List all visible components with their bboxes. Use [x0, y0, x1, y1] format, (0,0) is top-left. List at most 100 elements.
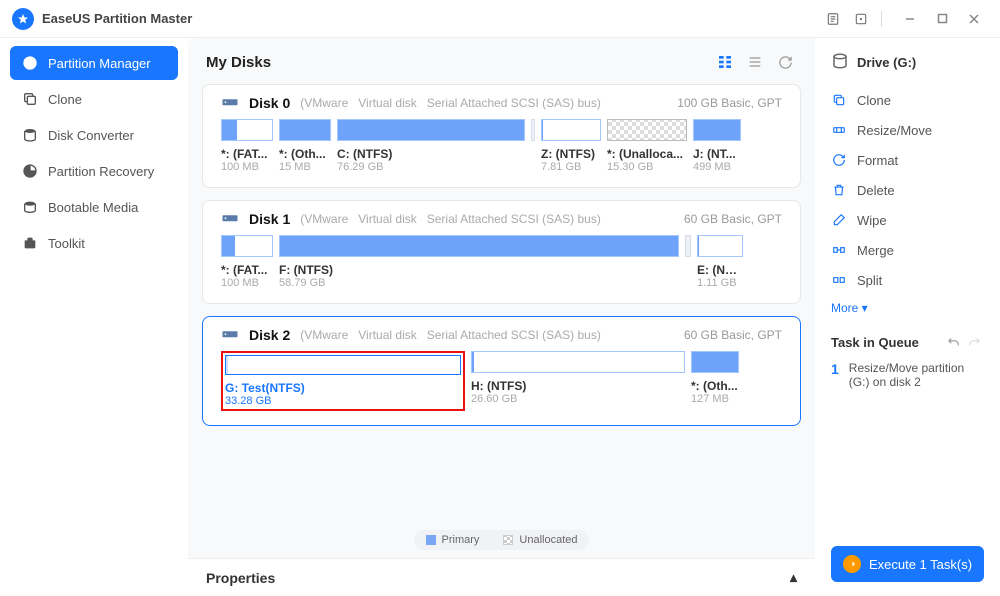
action-label: Split [857, 273, 882, 288]
drive-title: Drive (G:) [857, 55, 916, 70]
partition-bar [693, 119, 741, 141]
partition-label: *: (Oth... [279, 147, 331, 161]
partition[interactable]: *: (Oth...15 MB [279, 119, 331, 173]
action-label: Format [857, 153, 898, 168]
partition[interactable]: J: (NT...499 MB [693, 119, 741, 173]
disk-vendor: (VMware [300, 96, 348, 110]
redo-icon[interactable] [966, 333, 984, 351]
partition-bar [471, 351, 685, 373]
partition-bar [221, 119, 273, 141]
action-delete[interactable]: Delete [831, 175, 984, 205]
nav-disk-converter[interactable]: Disk Converter [10, 118, 178, 152]
action-merge[interactable]: Merge [831, 235, 984, 265]
pie-icon [22, 55, 38, 71]
nav-partition-recovery[interactable]: Partition Recovery [10, 154, 178, 188]
drive-icon [221, 328, 239, 342]
action-clone[interactable]: Clone [831, 85, 984, 115]
disk-bus: Serial Attached SCSI (SAS) bus) [427, 212, 601, 226]
partition-bar [685, 235, 691, 257]
main-panel: My Disks Disk 0 (VMware Virtual disk Ser… [188, 38, 815, 596]
partition[interactable]: *: (Unalloca...15.30 GB [607, 119, 687, 173]
partition-label: G: Test(NTFS) [225, 381, 461, 395]
disk-bus: Serial Attached SCSI (SAS) bus) [427, 96, 601, 110]
primary-swatch [426, 535, 436, 545]
view-list-icon[interactable] [743, 50, 767, 74]
maximize-button[interactable] [928, 5, 956, 33]
action-label: Clone [857, 93, 891, 108]
execute-button[interactable]: Execute 1 Task(s) [831, 546, 984, 582]
partition-bar [531, 119, 535, 141]
merge-icon [831, 242, 847, 258]
disk-vendor: (VMware [300, 328, 348, 342]
disk-card[interactable]: Disk 2 (VMware Virtual disk Serial Attac… [202, 316, 801, 426]
partition-bar [607, 119, 687, 141]
nav-clone[interactable]: Clone [10, 82, 178, 116]
disk-name: Disk 0 [249, 95, 290, 111]
refresh-icon [831, 152, 847, 168]
action-resizemove[interactable]: Resize/Move [831, 115, 984, 145]
disk-summary: 60 GB Basic, GPT [684, 212, 782, 226]
partition[interactable]: Z: (NTFS)7.81 GB [541, 119, 601, 173]
legend-primary: Primary [442, 534, 480, 546]
queue-title: Task in Queue [831, 335, 919, 350]
partition[interactable] [531, 119, 535, 173]
refresh-icon[interactable] [773, 50, 797, 74]
nav-label: Clone [48, 92, 82, 107]
partition-size: 1.11 GB [697, 277, 743, 289]
drive-icon [221, 96, 239, 110]
notes-icon[interactable] [819, 5, 847, 33]
partition-size: 127 MB [691, 393, 739, 405]
partition[interactable]: G: Test(NTFS)33.28 GB [221, 351, 465, 411]
split-icon [831, 272, 847, 288]
nav-toolkit[interactable]: Toolkit [10, 226, 178, 260]
close-button[interactable] [960, 5, 988, 33]
partition[interactable] [685, 235, 691, 289]
partition-bar [279, 235, 679, 257]
disk-card[interactable]: Disk 1 (VMware Virtual disk Serial Attac… [202, 200, 801, 304]
chevron-up-icon: ▴ [790, 569, 797, 586]
action-split[interactable]: Split [831, 265, 984, 295]
partition[interactable]: H: (NTFS)26.60 GB [471, 351, 685, 411]
action-wipe[interactable]: Wipe [831, 205, 984, 235]
undo-icon[interactable] [944, 333, 962, 351]
partition-size: 100 MB [221, 161, 273, 173]
legend: Primary Unallocated [188, 522, 815, 558]
disk-bus: Serial Attached SCSI (SAS) bus) [427, 328, 601, 342]
partition[interactable]: C: (NTFS)76.29 GB [337, 119, 525, 173]
action-label: Resize/Move [857, 123, 932, 138]
properties-toggle[interactable]: Properties ▴ [188, 558, 815, 596]
partition-size: 58.79 GB [279, 277, 679, 289]
action-label: Wipe [857, 213, 887, 228]
page-title: My Disks [206, 54, 707, 71]
copy-icon [22, 91, 38, 107]
disk-summary: 100 GB Basic, GPT [677, 96, 782, 110]
partition[interactable]: E: (NTFS)1.11 GB [697, 235, 743, 289]
nav-partition-manager[interactable]: Partition Manager [10, 46, 178, 80]
partition[interactable]: *: (FAT...100 MB [221, 119, 273, 173]
view-grid-icon[interactable] [713, 50, 737, 74]
partition-bar [691, 351, 739, 373]
minimize-button[interactable] [896, 5, 924, 33]
partition-label: Z: (NTFS) [541, 147, 601, 161]
task-item[interactable]: 1 Resize/Move partition (G:) on disk 2 [831, 361, 984, 389]
partition-bar [697, 235, 743, 257]
history-icon[interactable] [847, 5, 875, 33]
partition[interactable]: *: (Oth...127 MB [691, 351, 739, 411]
legend-unallocated: Unallocated [519, 534, 577, 546]
partition[interactable]: *: (FAT...100 MB [221, 235, 273, 289]
nav-label: Bootable Media [48, 200, 138, 215]
more-link[interactable]: More ▾ [831, 295, 984, 321]
nav-bootable-media[interactable]: Bootable Media [10, 190, 178, 224]
action-format[interactable]: Format [831, 145, 984, 175]
resize-icon [831, 122, 847, 138]
partition-size: 26.60 GB [471, 393, 685, 405]
partition-label: E: (NTFS) [697, 263, 743, 277]
partition-label: *: (FAT... [221, 263, 273, 277]
recovery-icon [22, 163, 38, 179]
disk-card[interactable]: Disk 0 (VMware Virtual disk Serial Attac… [202, 84, 801, 188]
partition-label: *: (Unalloca... [607, 147, 687, 161]
unalloc-swatch [503, 535, 513, 545]
app-title: EaseUS Partition Master [42, 11, 192, 26]
partition[interactable]: F: (NTFS)58.79 GB [279, 235, 679, 289]
partition-size: 15.30 GB [607, 161, 687, 173]
